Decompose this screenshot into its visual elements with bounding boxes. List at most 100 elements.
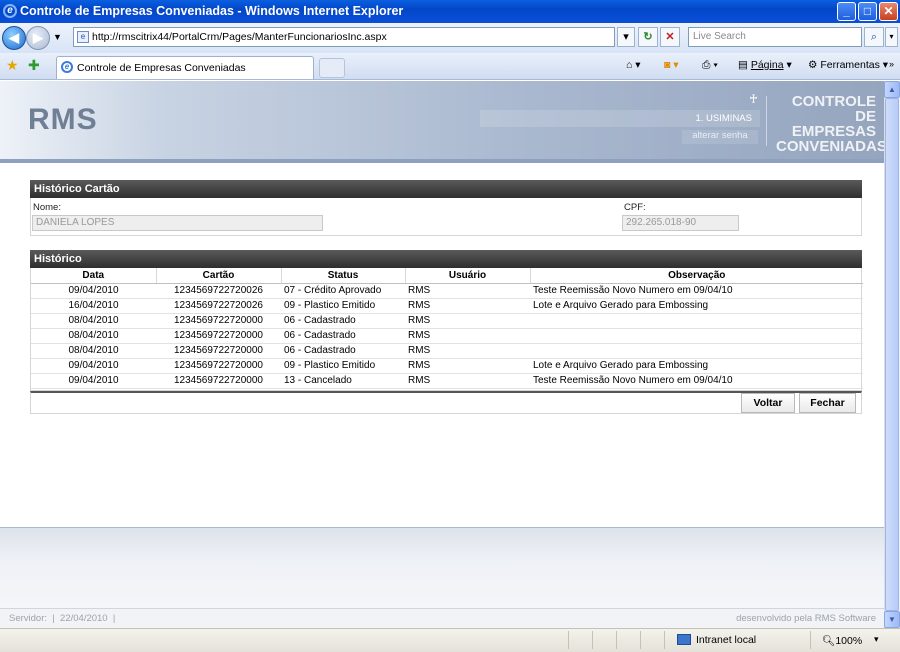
print-icon[interactable]: ⎙ ▾ (702, 59, 718, 72)
page-menu[interactable]: ▤ Página ▾ (738, 59, 792, 71)
intranet-zone-icon (677, 634, 691, 645)
name-label: Nome: (33, 202, 61, 213)
address-bar-row: ◀ ▶ ▼ e http://rmscitrix44/PortalCrm/Pag… (0, 23, 900, 53)
col-header-status[interactable]: Status (281, 268, 406, 284)
cpf-field[interactable]: 292.265.018-90 (622, 215, 739, 231)
history-table: Data Cartão Status Usuário Observação 09… (31, 268, 863, 389)
zoom-dropdown-icon[interactable]: ▾ (874, 634, 879, 645)
table-row: 09/04/2010 1234569722720026 07 - Crédito A… (31, 283, 863, 299)
cell-observacao (530, 343, 863, 359)
status-separator (592, 631, 593, 649)
cell-observacao (530, 313, 863, 329)
table-row: 16/04/2010 1234569722720026 09 - Plastico … (31, 298, 863, 314)
status-separator (664, 631, 665, 649)
status-separator (616, 631, 617, 649)
status-separator (810, 631, 811, 649)
brand-line-2: DE EMPRESAS (791, 108, 876, 140)
cell-observacao: Teste Reemissão Novo Numero em 09/04/10 (530, 373, 863, 389)
company-name: 1. USIMINAS (695, 113, 753, 124)
cell-observacao (530, 328, 863, 344)
cell-data: 09/04/2010 (31, 283, 156, 299)
history-rows: 09/04/2010 1234569722720026 07 - Crédito A… (31, 283, 863, 389)
cell-cartao: 1234569722720000 (156, 328, 281, 344)
cell-status: 06 - Cadastrado (281, 328, 405, 344)
chevron-right-icon[interactable]: » (889, 59, 894, 69)
brand-line-1: CONTROLE (791, 93, 876, 110)
server-info: Servidor: | 22/04/2010 | (9, 613, 116, 624)
button-bar (30, 391, 862, 414)
cell-data: 08/04/2010 (31, 343, 156, 359)
header-stripe (0, 159, 884, 163)
search-options-icon[interactable]: ▾ (885, 27, 898, 47)
zoom-level[interactable]: 🔍︎100% (822, 634, 862, 647)
col-header-cartao[interactable]: Cartão (156, 268, 282, 284)
refresh-icon[interactable]: ↻ (638, 27, 658, 47)
developer-credit: desenvolvido pela RMS Software (736, 613, 876, 624)
forward-icon[interactable]: ▶ (26, 26, 50, 50)
footer: Servidor: | 22/04/2010 | desenvolvido pe… (0, 608, 884, 628)
scroll-thumb[interactable] (885, 98, 899, 611)
back-icon[interactable]: ◀ (2, 26, 26, 50)
minimize-button[interactable]: _ (837, 2, 856, 21)
col-header-observacao[interactable]: Observação (530, 268, 863, 284)
table-row: 08/04/2010 1234569722720000 06 - Cadastrad… (31, 313, 863, 329)
cell-usuario: RMS (405, 313, 530, 329)
tab-title: Controle de Empresas Conveniadas (77, 62, 246, 74)
add-favorite-icon[interactable]: ✚ (28, 57, 40, 74)
search-icon[interactable]: ⌕ (864, 27, 884, 47)
search-input[interactable]: Live Search (688, 27, 862, 47)
name-field[interactable]: DANIELA LOPES (32, 215, 323, 231)
new-tab-button[interactable] (319, 58, 345, 78)
cell-cartao: 1234569722720000 (156, 313, 281, 329)
scroll-up-icon[interactable]: ▲ (884, 81, 900, 98)
history-table-frame: Data Cartão Status Usuário Observação 09… (30, 268, 863, 391)
cell-usuario: RMS (405, 373, 530, 389)
brand-line-3: CONVENIADAS (776, 138, 887, 155)
cell-usuario: RMS (405, 343, 530, 359)
cell-cartao: 1234569722720026 (156, 283, 281, 299)
change-password-link[interactable]: alterar senha (682, 130, 758, 144)
history-section-title: Histórico (30, 250, 862, 268)
history-dropdown-icon[interactable]: ▼ (53, 32, 62, 42)
cell-status: 09 - Plastico Emitido (281, 298, 405, 314)
stop-icon[interactable]: ✕ (660, 27, 680, 47)
maximize-button[interactable]: □ (858, 2, 877, 21)
table-row: 09/04/2010 1234569722720000 09 - Plastico … (31, 358, 863, 374)
cell-data: 09/04/2010 (31, 358, 156, 374)
user-figure-icon: ♰ (749, 92, 758, 106)
col-header-data[interactable]: Data (31, 268, 157, 284)
status-separator (640, 631, 641, 649)
table-row: 08/04/2010 1234569722720000 06 - Cadastrad… (31, 328, 863, 344)
tools-menu[interactable]: ⚙ Ferramentas ▾ (808, 59, 888, 71)
window-title: Controle de Empresas Conveniadas - Windo… (20, 4, 404, 18)
tab-current[interactable]: e Controle de Empresas Conveniadas (56, 56, 314, 79)
cell-usuario: RMS (405, 283, 530, 299)
home-icon[interactable]: ⌂ ▾ (626, 59, 641, 71)
cell-cartao: 1234569722720000 (156, 373, 281, 389)
back-button[interactable]: Voltar (741, 393, 795, 413)
zoom-icon: 🔍︎ (822, 635, 836, 647)
page-icon: e (77, 31, 89, 43)
cell-status: 06 - Cadastrado (281, 313, 405, 329)
table-row: 09/04/2010 1234569722720000 13 - Cancelado… (31, 373, 863, 389)
card-section-title: Histórico Cartão (30, 180, 862, 198)
tools-menu-label: Ferramentas (820, 59, 880, 71)
cell-status: 09 - Plastico Emitido (281, 358, 405, 374)
table-header-row: Data Cartão Status Usuário Observação (31, 268, 863, 284)
cell-observacao: Lote e Arquivo Gerado para Embossing (530, 358, 863, 374)
cell-usuario: RMS (405, 298, 530, 314)
scroll-down-icon[interactable]: ▼ (884, 611, 900, 628)
cell-data: 08/04/2010 (31, 313, 156, 329)
feeds-icon[interactable]: ◙ ▾ (664, 59, 679, 71)
cell-data: 08/04/2010 (31, 328, 156, 344)
tab-ie-icon: e (61, 61, 73, 73)
col-header-usuario[interactable]: Usuário (405, 268, 531, 284)
page-menu-label: Página (750, 59, 784, 71)
url-input[interactable]: e http://rmscitrix44/PortalCrm/Pages/Man… (73, 27, 615, 47)
close-button[interactable]: Fechar (799, 393, 856, 413)
status-separator (568, 631, 569, 649)
url-dropdown-icon[interactable]: ▾ (617, 27, 635, 47)
close-window-button[interactable]: ✕ (879, 2, 898, 21)
favorites-star-icon[interactable]: ★ (6, 57, 19, 74)
cell-observacao: Lote e Arquivo Gerado para Embossing (530, 298, 863, 314)
